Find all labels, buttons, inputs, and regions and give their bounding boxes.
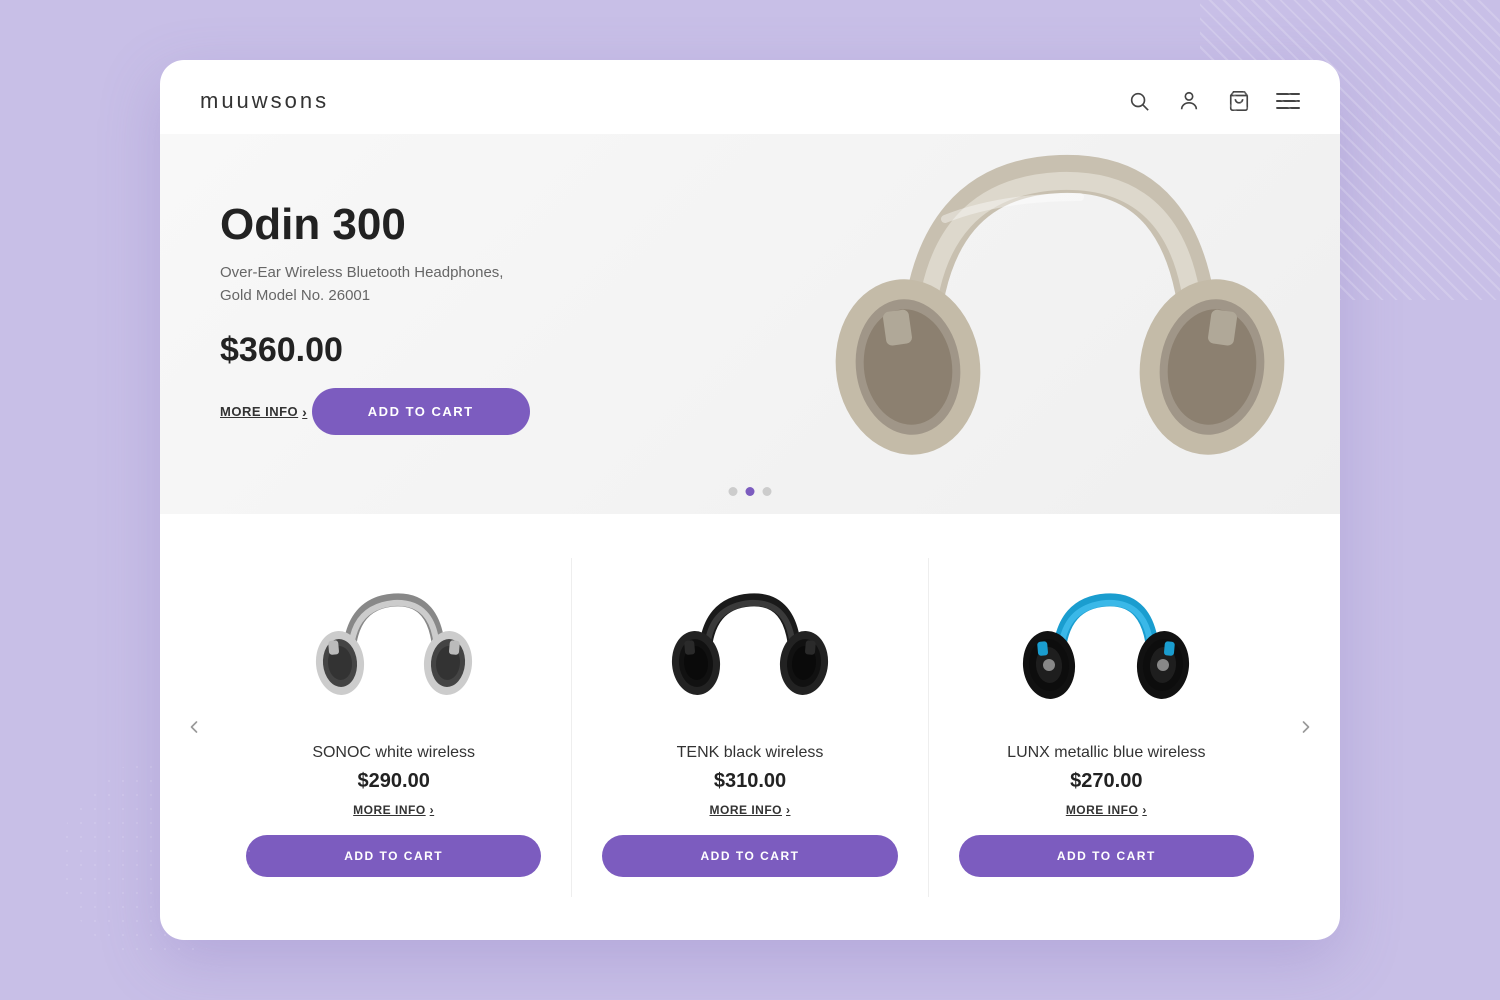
products-grid: SONOC white wireless $290.00 MORE INFO ›…	[160, 558, 1340, 897]
slider-dots	[729, 487, 772, 496]
header: muuwsons	[160, 60, 1340, 134]
product-price-lunx: $270.00	[1070, 770, 1142, 793]
menu-icon[interactable]	[1276, 93, 1300, 109]
hero-title: Odin 300	[220, 200, 580, 250]
next-arrow[interactable]	[1288, 709, 1324, 745]
hero-image	[760, 134, 1340, 514]
product-card-lunx: LUNX metallic blue wireless $270.00 MORE…	[929, 558, 1284, 897]
product-price-sonoc: $290.00	[358, 770, 430, 793]
user-icon[interactable]	[1176, 88, 1202, 114]
product-image-sonoc	[304, 568, 484, 728]
search-icon[interactable]	[1126, 88, 1152, 114]
add-to-cart-sonoc-button[interactable]: ADD TO CART	[246, 835, 541, 877]
product-image-tenk	[660, 568, 840, 728]
product-more-info-lunx[interactable]: MORE INFO ›	[1066, 803, 1147, 817]
hero-price: $360.00	[220, 331, 580, 370]
chevron-right-icon: ›	[302, 404, 307, 420]
product-card-sonoc: SONOC white wireless $290.00 MORE INFO ›…	[216, 558, 572, 897]
hero-section: Odin 300 Over-Ear Wireless Bluetooth Hea…	[160, 134, 1340, 514]
hero-add-to-cart-button[interactable]: ADD TO CART	[312, 388, 530, 435]
product-name-lunx: LUNX metallic blue wireless	[1007, 744, 1205, 762]
prev-arrow[interactable]	[176, 709, 212, 745]
hero-content: Odin 300 Over-Ear Wireless Bluetooth Hea…	[160, 160, 620, 488]
add-to-cart-tenk-button[interactable]: ADD TO CART	[602, 835, 897, 877]
product-more-info-tenk[interactable]: MORE INFO ›	[709, 803, 790, 817]
hero-subtitle: Over-Ear Wireless Bluetooth Headphones, …	[220, 262, 580, 307]
header-icons	[1126, 88, 1300, 114]
hero-more-info-link[interactable]: MORE INFO ›	[220, 404, 307, 420]
main-container: muuwsons Odin 300 Over-Ear Wireless Blue…	[160, 60, 1340, 940]
logo: muuwsons	[200, 88, 329, 114]
chevron-icon: ›	[430, 803, 435, 817]
product-image-lunx	[1016, 568, 1196, 728]
slide-dot-3[interactable]	[763, 487, 772, 496]
product-name-sonoc: SONOC white wireless	[312, 744, 475, 762]
product-name-tenk: TENK black wireless	[677, 744, 824, 762]
product-price-tenk: $310.00	[714, 770, 786, 793]
product-more-info-sonoc[interactable]: MORE INFO ›	[353, 803, 434, 817]
chevron-icon: ›	[786, 803, 791, 817]
hero-headphone-svg	[800, 134, 1320, 514]
chevron-icon: ›	[1142, 803, 1147, 817]
add-to-cart-lunx-button[interactable]: ADD TO CART	[959, 835, 1254, 877]
cart-icon[interactable]	[1226, 88, 1252, 114]
slide-dot-1[interactable]	[729, 487, 738, 496]
product-card-tenk: TENK black wireless $310.00 MORE INFO › …	[572, 558, 928, 897]
products-section: SONOC white wireless $290.00 MORE INFO ›…	[160, 514, 1340, 940]
slide-dot-2[interactable]	[746, 487, 755, 496]
